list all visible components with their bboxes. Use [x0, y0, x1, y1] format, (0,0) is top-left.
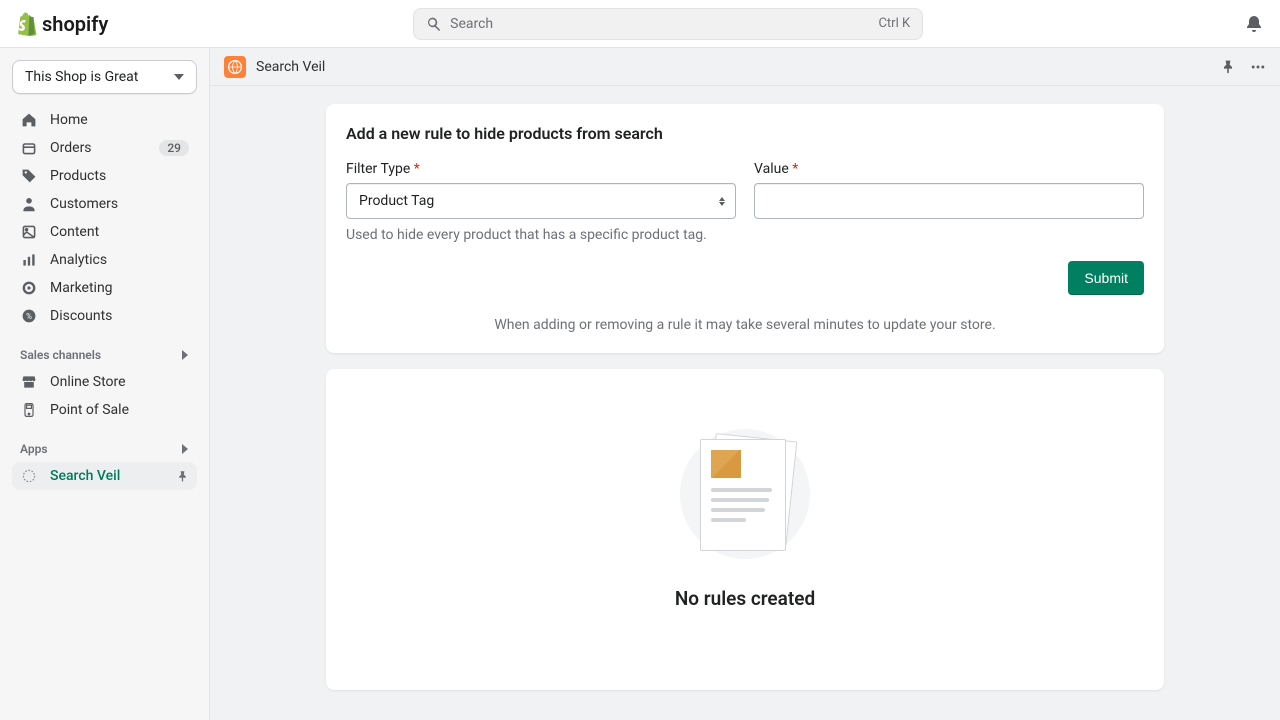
filter-type-help: Used to hide every product that has a sp… — [346, 227, 736, 243]
filter-type-label: Filter Type * — [346, 161, 736, 177]
chevron-right-icon — [181, 350, 189, 360]
search-icon — [426, 16, 442, 32]
app-dot-icon — [20, 467, 38, 485]
orders-icon — [20, 139, 38, 157]
pos-icon — [20, 401, 38, 419]
app-title: Search Veil — [256, 59, 1220, 75]
pin-icon — [1220, 59, 1236, 75]
chevron-right-icon — [181, 444, 189, 454]
app-header: Search Veil — [210, 48, 1280, 86]
analytics-icon — [20, 251, 38, 269]
store-icon — [20, 373, 38, 391]
shop-selector[interactable]: This Shop is Great — [12, 60, 197, 94]
nav-marketing[interactable]: Marketing — [12, 274, 197, 302]
section-sales-channels[interactable]: Sales channels — [12, 342, 197, 368]
empty-state-illustration — [680, 429, 810, 559]
nav-app-search-veil[interactable]: Search Veil — [12, 462, 197, 490]
search-placeholder: Search — [450, 16, 878, 32]
svg-text:%: % — [26, 312, 32, 321]
marketing-icon — [20, 279, 38, 297]
nav-customers[interactable]: Customers — [12, 190, 197, 218]
products-icon — [20, 167, 38, 185]
global-search[interactable]: Search Ctrl K — [413, 8, 923, 40]
brand-text: shopify — [42, 12, 108, 36]
discounts-icon: % — [20, 307, 38, 325]
pin-app-button[interactable] — [1220, 59, 1236, 75]
filter-type-select[interactable]: Product Tag — [346, 183, 736, 219]
customers-icon — [20, 195, 38, 213]
value-input[interactable] — [754, 183, 1144, 219]
nav-content[interactable]: Content — [12, 218, 197, 246]
nav-home[interactable]: Home — [12, 106, 197, 134]
nav-point-of-sale[interactable]: Point of Sale — [12, 396, 197, 424]
topbar: shopify Search Ctrl K — [0, 0, 1280, 48]
filter-type-value: Product Tag — [359, 193, 434, 209]
shopify-bag-icon — [16, 12, 38, 36]
update-note: When adding or removing a rule it may ta… — [346, 317, 1144, 333]
nav-products[interactable]: Products — [12, 162, 197, 190]
rules-list-card: No rules created — [326, 369, 1164, 690]
more-actions-button[interactable] — [1250, 59, 1266, 75]
add-rule-card: Add a new rule to hide products from sea… — [326, 104, 1164, 353]
shop-name: This Shop is Great — [25, 69, 138, 85]
sidebar: This Shop is Great Home Orders 29 Produc… — [0, 48, 210, 720]
nav-discounts[interactable]: % Discounts — [12, 302, 197, 330]
app-icon — [224, 56, 246, 78]
empty-state-title: No rules created — [675, 587, 815, 610]
caret-down-icon — [174, 74, 184, 80]
bell-icon — [1244, 14, 1264, 34]
pin-icon[interactable] — [176, 470, 189, 483]
select-caret-icon — [719, 197, 725, 206]
orders-badge: 29 — [159, 140, 189, 156]
content-icon — [20, 223, 38, 241]
home-icon — [20, 111, 38, 129]
section-apps[interactable]: Apps — [12, 436, 197, 462]
card-title: Add a new rule to hide products from sea… — [346, 124, 1144, 143]
value-label: Value * — [754, 161, 1144, 177]
search-kbd-hint: Ctrl K — [878, 16, 910, 31]
submit-button[interactable]: Submit — [1068, 261, 1144, 295]
nav-analytics[interactable]: Analytics — [12, 246, 197, 274]
nav-orders[interactable]: Orders 29 — [12, 134, 197, 162]
notifications-button[interactable] — [1244, 14, 1264, 34]
dots-icon — [1250, 59, 1266, 75]
shopify-logo[interactable]: shopify — [16, 12, 108, 36]
nav-online-store[interactable]: Online Store — [12, 368, 197, 396]
